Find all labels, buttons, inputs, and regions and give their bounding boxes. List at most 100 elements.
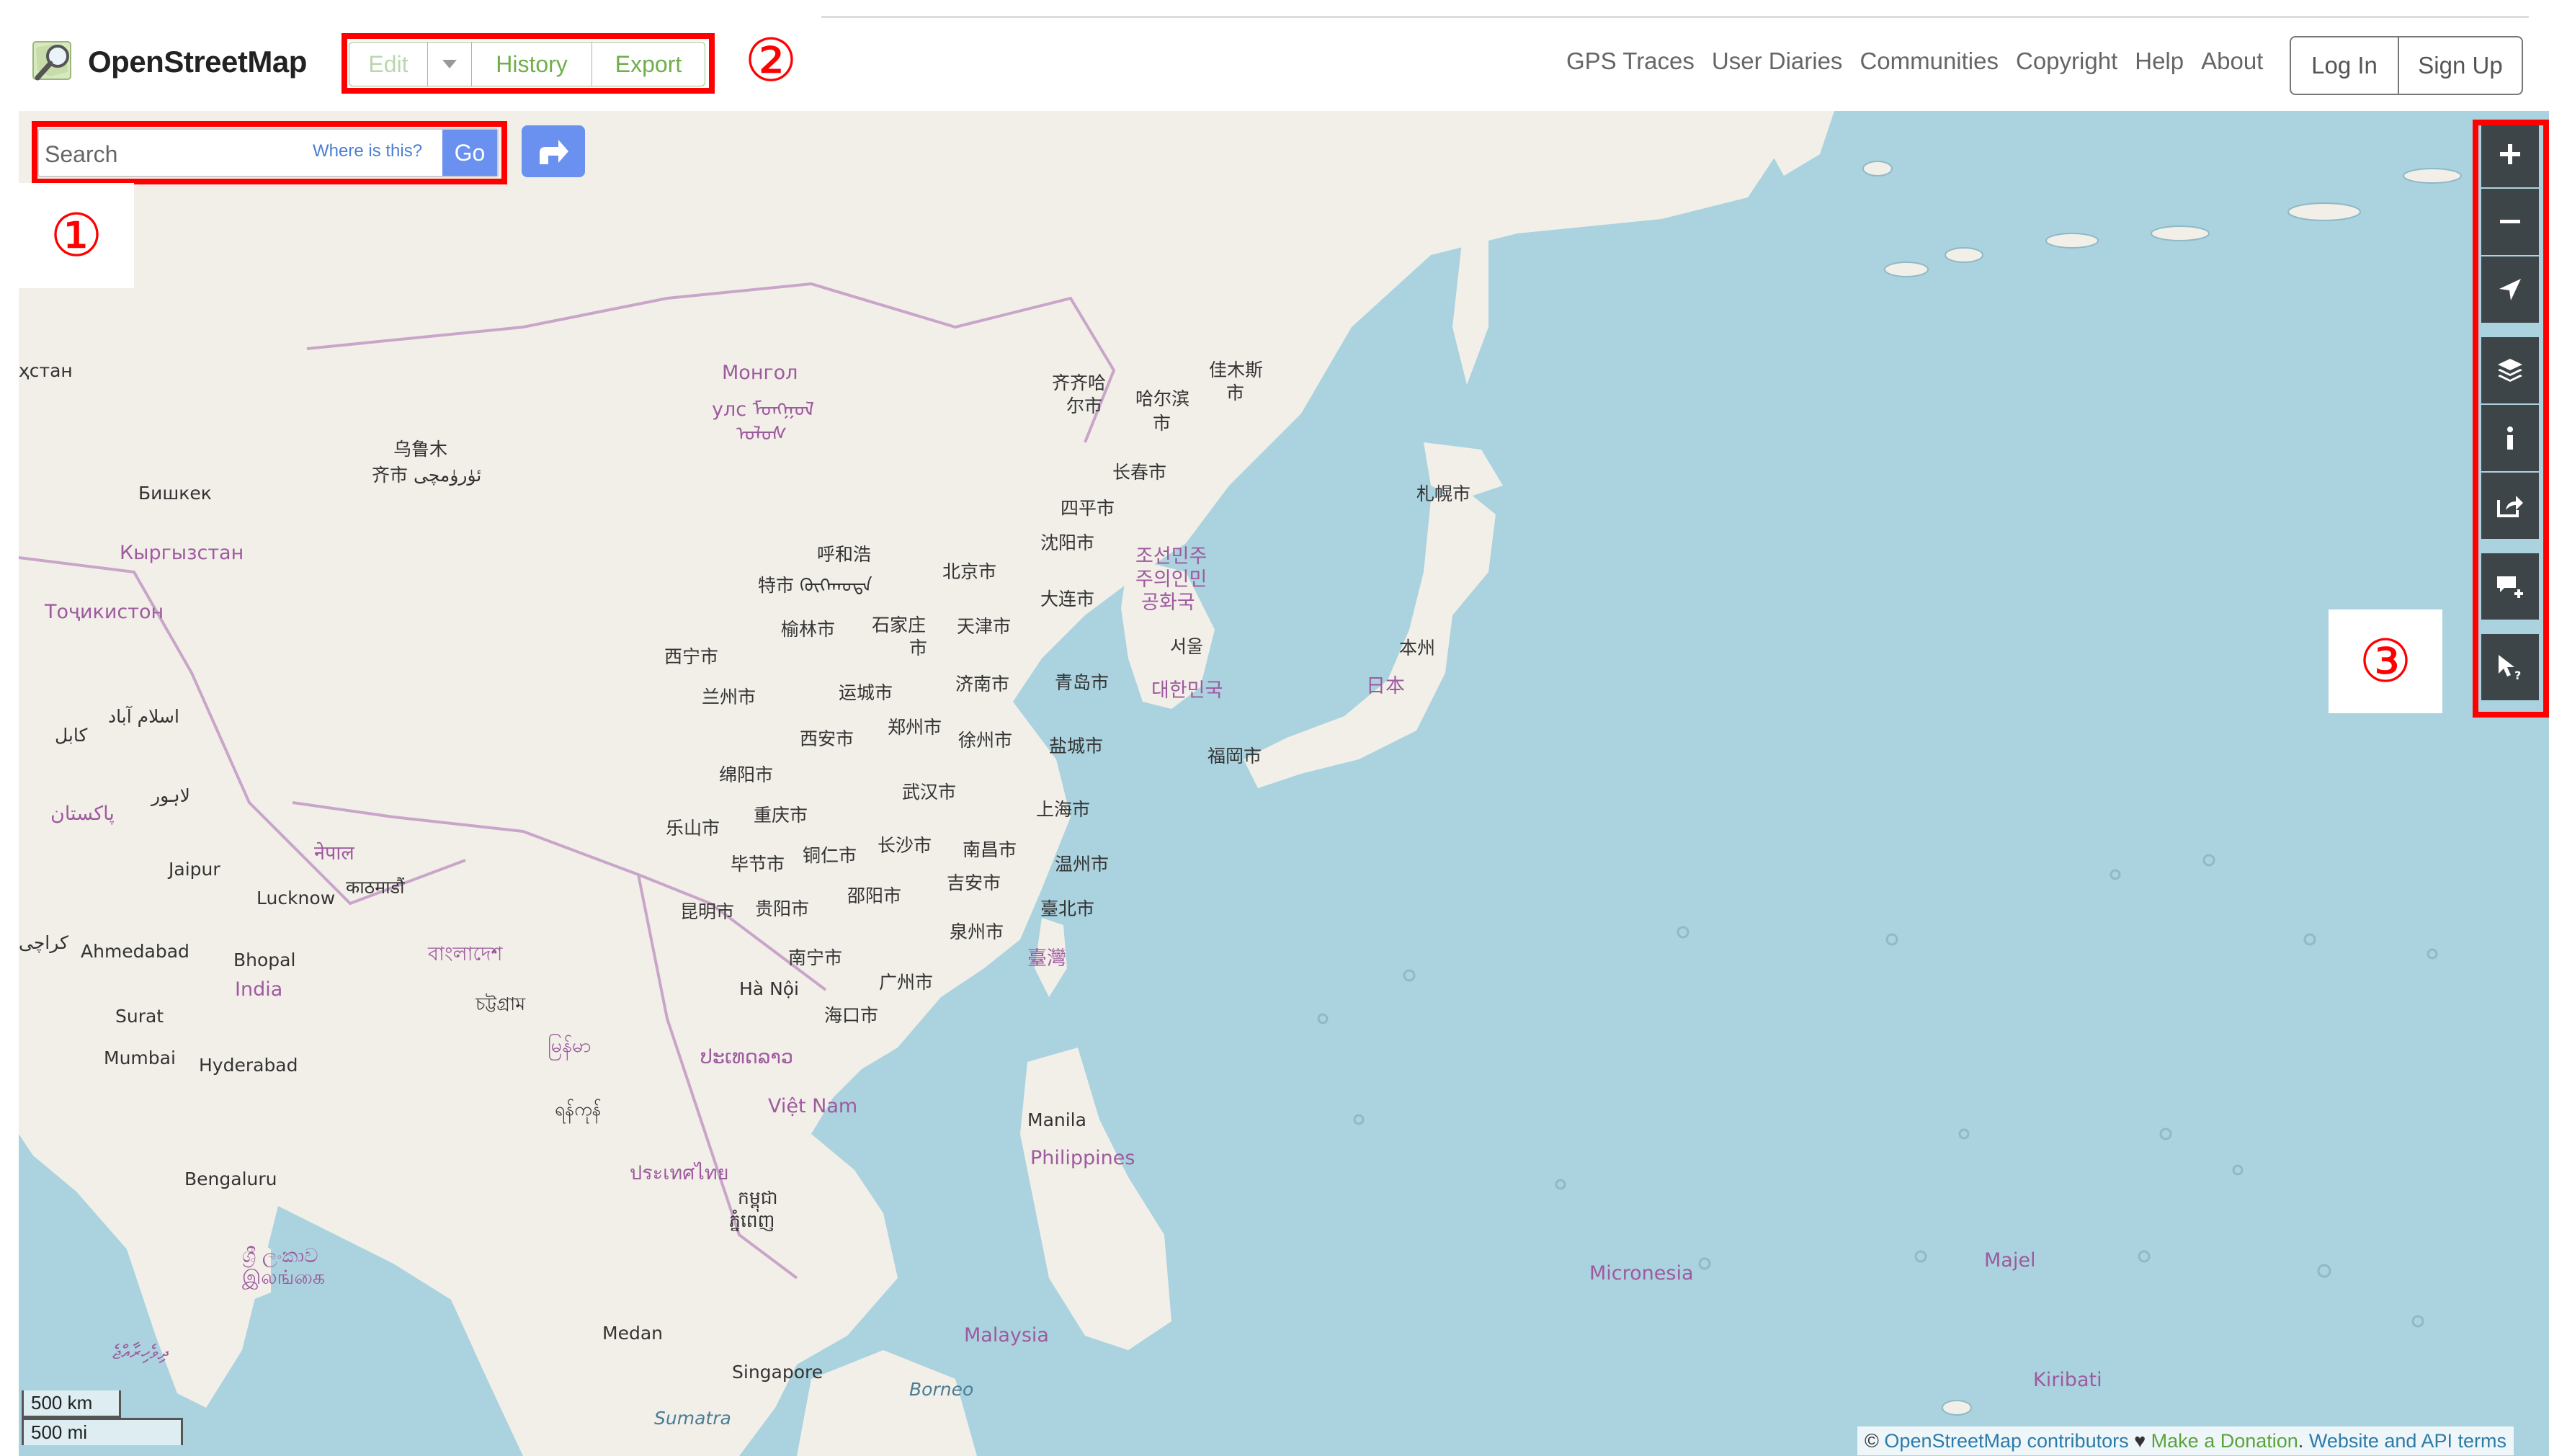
osm-logo-icon[interactable] <box>30 37 78 85</box>
map-label-urumqi2: 齐市 ئۈرۈمچى <box>372 465 482 486</box>
map-label-kabul: کابل <box>55 725 88 746</box>
map-label-jiamusi2: 市 <box>1226 383 1245 403</box>
directions-icon <box>540 140 568 164</box>
land-philippines <box>1020 1048 1171 1350</box>
annotation-box-1 <box>32 121 507 184</box>
map-label-malaysia: Malaysia <box>964 1324 1049 1346</box>
primary-nav: GPS Traces User Diaries Communities Copy… <box>1566 48 2280 75</box>
directions-button[interactable] <box>522 125 585 177</box>
map-label-nepal: नेपाल <box>314 842 354 865</box>
map-label-lanzhou: 兰州市 <box>702 687 756 707</box>
map-label-bangladesh: বাংলাদেশ <box>428 943 503 965</box>
map-label-lahore: لاہور <box>151 785 190 806</box>
map-label-mianyang: 绵阳市 <box>719 764 774 785</box>
map-label-seoul: 서울 <box>1170 636 1204 657</box>
nav-help[interactable]: Help <box>2135 48 2184 75</box>
attribution-bar: © OpenStreetMap contributors ♥ Make a Do… <box>1857 1426 2514 1455</box>
map-label-shijiazhuang2: 市 <box>909 638 928 658</box>
map-label-vietnam: Việt Nam <box>768 1095 858 1117</box>
map-label-shanghai: 上海市 <box>1036 799 1091 820</box>
map-label-chongqing: 重庆市 <box>754 805 808 826</box>
map-label-srilanka2: இலங்கை <box>242 1267 326 1289</box>
map-label-nkorea3: 공화국 <box>1141 591 1195 614</box>
map-label-surat: Surat <box>115 1006 164 1027</box>
nav-gps-traces[interactable]: GPS Traces <box>1566 48 1695 75</box>
map-label-xining: 西宁市 <box>664 646 719 667</box>
nav-communities[interactable]: Communities <box>1860 48 1999 75</box>
map-label-borneo: Borneo <box>909 1379 974 1400</box>
map-label-mongolia3: ᠤᠯᠤᠰ <box>736 423 787 445</box>
annotation-label-2: ② <box>720 16 821 105</box>
map-label-qiqihar: 齐齐哈 <box>1052 372 1107 393</box>
map-label-wuhan: 武汉市 <box>902 782 957 803</box>
map-label-karachi: کراچی <box>19 932 68 953</box>
nav-about[interactable]: About <box>2201 48 2263 75</box>
map-label-kunming: 昆明市 <box>680 901 735 922</box>
map-label-haikou: 海口市 <box>824 1005 879 1026</box>
map-label-harbin: 哈尔滨 <box>1135 388 1190 409</box>
map-label-bengaluru: Bengaluru <box>184 1169 277 1189</box>
land-borneo <box>797 1350 977 1456</box>
terms-link[interactable]: Website and API terms <box>2309 1430 2506 1452</box>
map-label-medan: Medan <box>602 1323 663 1344</box>
map-label-laos: ປະເທດລາວ <box>700 1046 794 1068</box>
map-label-fukuoka: 福岡市 <box>1207 746 1262 767</box>
annotation-label-3: ③ <box>2329 609 2442 713</box>
map-label-bishkek: Бишкек <box>138 483 212 504</box>
nav-copyright[interactable]: Copyright <box>2016 48 2117 75</box>
map-canvas[interactable]: ҳстан Монгол улс ᠮᠣᠩᠭᠣᠯ ᠤᠯᠤᠰ 乌鲁木 齐市 ئۈرۈ… <box>19 111 2549 1456</box>
map-label-leshan: 乐山市 <box>666 818 720 839</box>
map-scale: 500 km 500 mi <box>22 1390 183 1445</box>
map-label-bhopal: Bhopal <box>233 950 296 970</box>
map-label-maldives: ދިވެހިރާއްޖެ <box>112 1341 169 1364</box>
donate-link[interactable]: Make a Donation <box>2151 1430 2298 1452</box>
map-label-siping: 四平市 <box>1061 498 1115 519</box>
map-label-shenyang: 沈阳市 <box>1040 532 1095 553</box>
map-label-cambodia: កម្ពុជា <box>738 1187 778 1208</box>
map-label-nanning: 南宁市 <box>788 947 843 968</box>
login-button[interactable]: Log In <box>2291 37 2399 94</box>
map-label-tianjin: 天津市 <box>957 616 1012 637</box>
annotation-box-2 <box>341 33 715 94</box>
map-label-guiyang: 贵阳市 <box>755 898 810 919</box>
map-label-shaoyang: 邵阳市 <box>847 885 902 906</box>
map-label-hohhot: 呼和浩 <box>817 544 872 565</box>
map-label-qingdao: 青岛市 <box>1055 672 1110 693</box>
signup-button[interactable]: Sign Up <box>2399 37 2522 94</box>
map-label-jinan: 济南市 <box>955 674 1010 694</box>
brand-name[interactable]: OpenStreetMap <box>88 45 307 79</box>
map-label-honshu: 本州 <box>1399 638 1436 658</box>
map-label-harbin2: 市 <box>1153 413 1171 434</box>
map-label-mongolia: Монгол <box>722 362 798 384</box>
map-label-urumqi: 乌鲁木 <box>393 439 448 460</box>
map-label-hohhot2: 特市 ᠬᠥᠬᠡᠬᠣᠲᠠ <box>758 575 872 596</box>
map-label-srilanka: ශ්‍රී ලංකාව <box>242 1245 318 1267</box>
map-label-lucknow: Lucknow <box>256 888 336 908</box>
map-label-hanoi: Hà Nội <box>739 978 800 999</box>
map-label-changchun: 长春市 <box>1112 462 1167 483</box>
map-label-philippines: Philippines <box>1030 1147 1135 1169</box>
map-label-chittagong: চট্টগ্রাম <box>476 993 526 1014</box>
map-label-japan: 日本 <box>1366 675 1405 697</box>
map-tiles <box>19 111 2462 1456</box>
map-label-changsha: 长沙市 <box>878 835 932 856</box>
scale-km: 500 km <box>22 1390 121 1418</box>
map-label-singapore: Singapore <box>732 1362 823 1383</box>
map-label-kathmandu: काठमाडौं <box>346 877 405 898</box>
map-label-skorea: 대한민국 <box>1151 679 1223 702</box>
map-label-tajikistan: Тоҷикистон <box>45 601 164 623</box>
map-label-wenzhou: 温州市 <box>1055 854 1110 875</box>
map-label-pakistan: پاکستان <box>50 803 115 825</box>
map-label-kiribati: Kiribati <box>2033 1369 2102 1391</box>
map-label-kyrgyzstan: Кыргызстан <box>120 542 244 564</box>
map-label-sapporo: 札幌市 <box>1416 483 1471 504</box>
heart-icon: ♥ <box>2134 1429 2146 1452</box>
map-label-ahmedabad: Ahmedabad <box>81 941 189 962</box>
osm-contributors-link[interactable]: OpenStreetMap contributors <box>1884 1430 2128 1452</box>
map-label-hyderabad: Hyderabad <box>199 1055 298 1076</box>
map-label-india: India <box>235 978 283 1001</box>
map-label-mumbai: Mumbai <box>104 1048 176 1068</box>
nav-user-diaries[interactable]: User Diaries <box>1712 48 1843 75</box>
map-label-xuzhou: 徐州市 <box>958 730 1013 751</box>
map-label-shijiazhuang: 石家庄 <box>872 615 927 635</box>
